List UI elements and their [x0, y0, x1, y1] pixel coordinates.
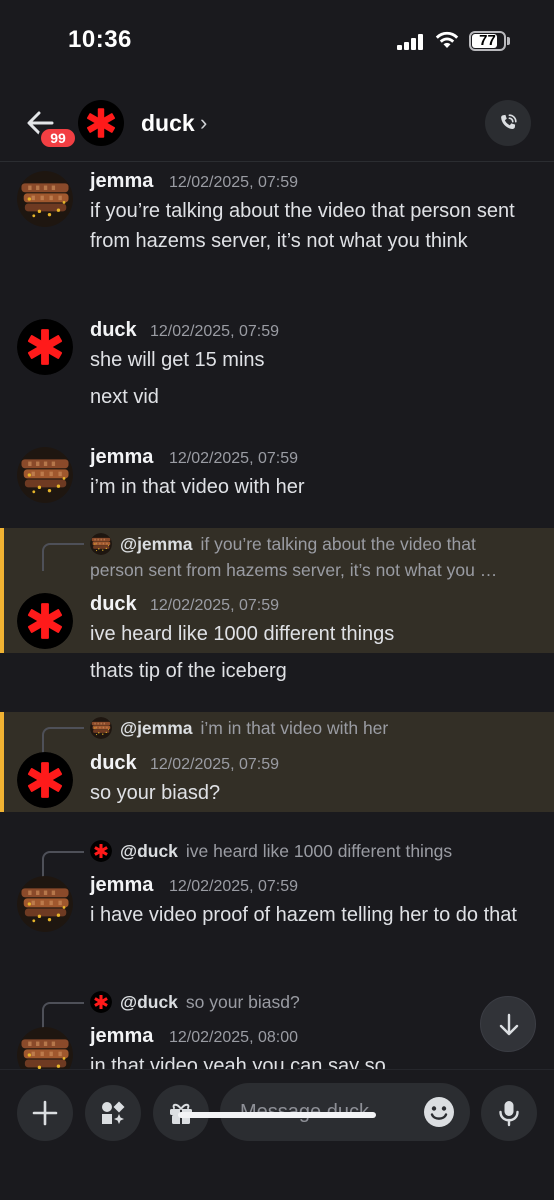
jemma-avatar[interactable]	[17, 171, 73, 227]
message-timestamp: 12/02/2025, 08:00	[169, 1029, 299, 1046]
reply-connector	[42, 727, 84, 755]
jemma-avatar	[90, 717, 112, 739]
duck-avatar[interactable]	[17, 593, 73, 649]
wifi-icon	[435, 31, 459, 48]
message-author[interactable]: jemma	[90, 446, 153, 469]
status-bar: 10:36 77	[0, 0, 554, 90]
message-text: i have video proof of hazem telling her …	[90, 904, 517, 926]
message-list[interactable]: jemma 12/02/2025, 07:59 if you’re talkin…	[0, 163, 554, 1069]
reply-text-continued: person sent from hazems server, it’s not…	[90, 560, 498, 580]
message-text: if you’re talking about the video that p…	[90, 200, 515, 252]
message-timestamp: 12/02/2025, 07:59	[150, 323, 280, 340]
phone-call-icon	[501, 114, 517, 129]
message-item[interactable]: jemma 12/02/2025, 07:59 i’m in that vide…	[0, 439, 554, 509]
battery-level: 77	[479, 32, 496, 49]
jump-to-bottom-button[interactable]	[480, 996, 536, 1052]
home-indicator[interactable]	[178, 1112, 376, 1118]
plus-icon	[32, 1100, 58, 1126]
message-text: next vid	[90, 386, 159, 408]
apps-icon	[102, 1101, 125, 1124]
message-timestamp: 12/02/2025, 07:59	[150, 597, 280, 614]
message-item-mention[interactable]: @jemma if you’re talking about the video…	[0, 528, 554, 653]
message-item[interactable]: @duck ive heard like 1000 different thin…	[0, 836, 554, 966]
battery-tip	[507, 37, 510, 45]
message-timestamp: 12/02/2025, 07:59	[169, 174, 299, 191]
message-timestamp: 12/02/2025, 07:59	[169, 450, 299, 467]
message-text: ive heard like 1000 different things	[90, 623, 395, 645]
message-item-mention[interactable]: @jemma i’m in that video with her duck 1…	[0, 712, 554, 812]
status-time: 10:36	[68, 26, 132, 53]
cellular-signal-icon	[397, 34, 425, 50]
apps-button[interactable]	[85, 1085, 141, 1141]
voice-message-button[interactable]	[481, 1085, 537, 1141]
message-text: she will get 15 mins	[90, 349, 265, 371]
reply-preview[interactable]: @jemma i’m in that video with her	[90, 715, 388, 741]
unread-count-badge: 99	[38, 126, 78, 150]
emoji-icon[interactable]	[423, 1096, 455, 1128]
channel-name[interactable]: duck	[141, 110, 195, 137]
jemma-avatar[interactable]	[17, 1027, 73, 1069]
duck-avatar[interactable]	[78, 100, 124, 146]
message-text: thats tip of the iceberg	[90, 660, 287, 682]
add-attachment-button[interactable]	[17, 1085, 73, 1141]
arrow-down-icon	[499, 1013, 519, 1036]
message-timestamp: 12/02/2025, 07:59	[169, 878, 299, 895]
message-item[interactable]: jemma 12/02/2025, 07:59 if you’re talkin…	[0, 163, 554, 303]
reply-author: @duck	[120, 840, 178, 861]
message-author[interactable]: duck	[90, 752, 137, 775]
message-composer	[0, 1069, 554, 1200]
reply-text: i’m in that video with her	[200, 717, 389, 738]
chat-header: 99 duck ›	[0, 90, 554, 162]
reply-author: @duck	[120, 991, 178, 1012]
message-item[interactable]: @duck so your biasd? jemma 12/02/2025, 0…	[0, 987, 554, 1069]
reply-text: ive heard like 1000 different things	[185, 840, 453, 861]
message-author[interactable]: jemma	[90, 874, 153, 897]
message-author[interactable]: jemma	[90, 170, 153, 193]
battery-icon: 77	[469, 31, 506, 51]
message-text: in that video yeah you can say so	[90, 1055, 386, 1069]
jemma-avatar[interactable]	[17, 876, 73, 932]
message-text: i’m in that video with her	[90, 476, 305, 498]
chevron-right-icon[interactable]: ›	[200, 110, 207, 136]
reply-text: if you’re talking about the video that	[200, 533, 476, 554]
message-author[interactable]: jemma	[90, 1025, 153, 1048]
duck-avatar	[90, 991, 112, 1013]
message-timestamp: 12/02/2025, 07:59	[150, 756, 280, 773]
reply-author: @jemma	[120, 533, 193, 554]
message-author[interactable]: duck	[90, 593, 137, 616]
message-item[interactable]: duck 12/02/2025, 07:59 she will get 15 m…	[0, 313, 554, 423]
reply-preview[interactable]: @duck so your biasd?	[90, 989, 300, 1015]
reply-connector	[42, 543, 84, 571]
microphone-icon	[499, 1101, 519, 1127]
duck-avatar	[90, 840, 112, 862]
reply-preview[interactable]: @duck ive heard like 1000 different thin…	[90, 838, 452, 864]
reply-author: @jemma	[120, 717, 193, 738]
message-author[interactable]: duck	[90, 319, 137, 342]
message-item[interactable]: thats tip of the iceberg	[0, 653, 554, 693]
reply-connector	[42, 1002, 84, 1030]
duck-avatar[interactable]	[17, 319, 73, 375]
reply-text: so your biasd?	[185, 991, 300, 1012]
voice-call-button[interactable]	[485, 100, 531, 146]
reply-connector	[42, 851, 84, 879]
message-text: so your biasd?	[90, 782, 221, 804]
jemma-avatar[interactable]	[17, 447, 73, 503]
reply-preview[interactable]: @jemma if you’re talking about the video…	[90, 531, 476, 557]
jemma-avatar	[90, 533, 112, 555]
duck-avatar[interactable]	[17, 752, 73, 808]
